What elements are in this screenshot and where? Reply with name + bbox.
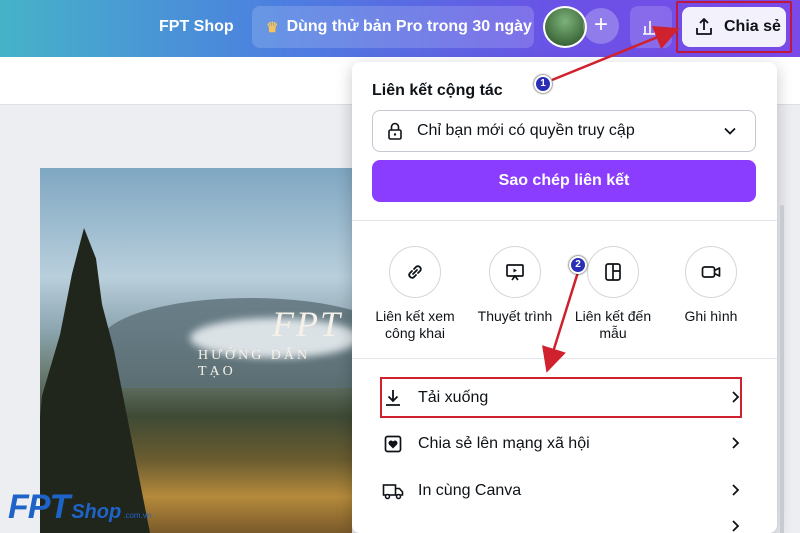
step-2-badge: 2 (569, 256, 587, 274)
arrow-step-1 (551, 25, 680, 82)
arrow-step-2 (542, 271, 580, 373)
annotation-arrows (542, 25, 680, 373)
step-1-badge: 1 (534, 75, 552, 93)
